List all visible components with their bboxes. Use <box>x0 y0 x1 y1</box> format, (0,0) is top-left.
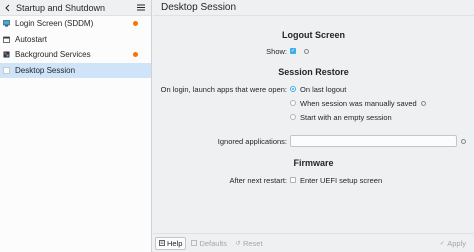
help-icon[interactable] <box>304 48 309 54</box>
restore-option-row: On login, launch apps that were open: On… <box>153 83 474 95</box>
services-icon <box>3 51 10 58</box>
radio-manually-saved[interactable]: When session was manually saved <box>290 99 426 108</box>
page-title: Desktop Session <box>161 2 237 13</box>
reset-label: Reset <box>242 238 263 248</box>
sidebar-item-autostart[interactable]: Autostart <box>0 32 151 48</box>
sidebar-item-label: Autostart <box>15 34 48 44</box>
radio-empty-session[interactable]: Start with an empty session <box>290 113 392 122</box>
show-logout-checkbox[interactable]: ✓ <box>290 48 296 54</box>
radio-button[interactable] <box>290 86 296 92</box>
back-arrow-icon[interactable] <box>4 4 12 12</box>
sidebar-header: Startup and Shutdown <box>0 0 151 16</box>
defaults-label: Defaults <box>199 238 227 248</box>
sidebar-item-label: Background Services <box>15 50 91 60</box>
sidebar-item-login-screen[interactable]: Login Screen (SDDM) <box>0 16 151 32</box>
sidebar-item-desktop-session[interactable]: Desktop Session <box>0 62 151 78</box>
ignored-apps-label: Ignored applications: <box>217 136 287 146</box>
monitor-icon <box>3 20 10 27</box>
ignored-apps-row: Ignored applications: <box>153 134 474 148</box>
after-restart-label: After next restart: <box>229 175 287 185</box>
change-indicator-dot <box>133 52 138 58</box>
sidebar-item-label: Desktop Session <box>15 65 76 75</box>
footer-bar: Help Defaults ↺ Reset ✓ Apply <box>153 233 474 252</box>
help-icon[interactable] <box>420 100 426 106</box>
radio-button[interactable] <box>290 114 296 120</box>
restore-option-row: Start with an empty session <box>153 111 474 123</box>
change-indicator-dot <box>133 21 138 27</box>
help-book-icon <box>159 240 165 246</box>
calendar-icon <box>3 36 10 43</box>
firmware-row: After next restart: Enter UEFI setup scr… <box>153 174 474 186</box>
apply-label: Apply <box>447 239 466 248</box>
apply-check-icon: ✓ <box>439 241 445 247</box>
radio-label: Start with an empty session <box>300 112 392 122</box>
sidebar-title: Startup and Shutdown <box>16 2 106 13</box>
radio-button[interactable] <box>290 100 296 106</box>
ignored-apps-input[interactable] <box>290 135 457 147</box>
apply-button[interactable]: ✓ Apply <box>436 237 469 250</box>
uefi-checkbox-control[interactable]: Enter UEFI setup screen <box>290 176 382 185</box>
help-label: Help <box>167 238 183 248</box>
sidebar-item-background-services[interactable]: Background Services <box>0 47 151 63</box>
uefi-checkbox[interactable] <box>290 177 296 183</box>
sidebar-item-label: Login Screen (SDDM) <box>15 19 94 29</box>
restore-option-row: When session was manually saved <box>153 97 474 109</box>
hamburger-menu-icon[interactable] <box>136 3 146 13</box>
reset-button[interactable]: ↺ Reset <box>232 237 266 250</box>
sidebar: Startup and Shutdown Login Screen (SDDM)… <box>0 0 152 252</box>
main-panel: Desktop Session Logout Screen Show: ✓ Se… <box>153 0 474 252</box>
radio-label: On last logout <box>300 84 347 94</box>
main-header: Desktop Session <box>153 0 474 16</box>
uefi-label: Enter UEFI setup screen <box>300 175 383 185</box>
reset-icon: ↺ <box>235 240 241 247</box>
radio-on-last-logout[interactable]: On last logout <box>290 85 346 94</box>
help-button[interactable]: Help <box>155 236 187 250</box>
defaults-icon <box>191 240 198 246</box>
radio-label: When session was manually saved <box>300 98 417 108</box>
help-icon[interactable] <box>461 138 466 144</box>
session-icon <box>3 66 10 74</box>
defaults-button[interactable]: Defaults <box>188 237 230 250</box>
show-logout-row: Show: ✓ <box>153 45 474 57</box>
show-label: Show: <box>266 46 287 56</box>
firmware-heading: Firmware <box>293 158 334 168</box>
session-restore-heading: Session Restore <box>278 67 349 77</box>
logout-screen-heading: Logout Screen <box>281 30 345 40</box>
restore-prompt-label: On login, launch apps that were open: <box>160 84 287 94</box>
